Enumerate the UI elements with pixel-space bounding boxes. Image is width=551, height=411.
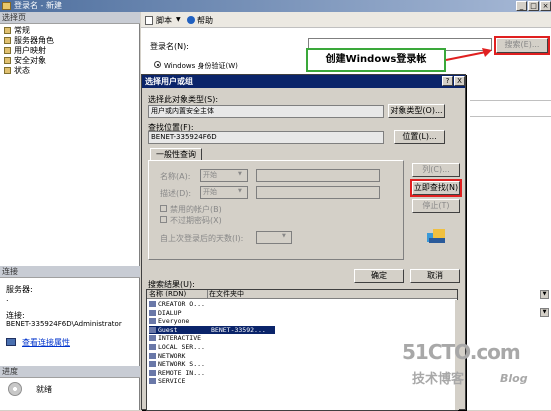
page-icon [4,37,11,44]
callout-arrow [445,48,492,61]
page-label: 安全对象 [14,56,46,65]
user-group-icon [149,301,156,307]
dropdown-arrow-icon[interactable]: ▼ [540,290,549,299]
dialog-title: 选择用户或组 [142,75,465,88]
columns-button[interactable]: 列(C)... [412,163,460,177]
user-group-icon [149,378,156,385]
user-group-icon [149,361,156,368]
disabled-accounts-checkbox[interactable] [160,205,167,212]
page-icon [4,27,11,34]
script-button[interactable]: 脚本 [156,16,172,26]
server-label: 服务器: [6,285,33,294]
user-group-icon [149,344,156,350]
page-server-roles[interactable]: 服务器角色 [4,36,54,46]
search-figure-icon [427,229,445,243]
view-connection-properties-link[interactable]: 查看连接属性 [22,337,70,348]
name-input[interactable] [256,169,380,182]
list-item[interactable]: CREATOR O... [149,300,309,309]
progress-header: 进度 [0,366,140,378]
locations-button[interactable]: 位置(L)... [394,130,445,144]
chevron-down-icon: ▼ [238,171,242,177]
window-icon [2,2,11,10]
page-label: 用户映射 [14,46,46,55]
list-item[interactable]: NETWORK S... [149,360,309,369]
stop-button[interactable]: 停止(T) [412,199,460,213]
search-highlight [494,36,550,55]
user-group-icon [149,369,156,376]
list-item[interactable]: Everyone [149,317,309,326]
page-general[interactable]: 常规 [4,26,30,36]
connection-value: BENET-335924F6D\Administrator [6,320,122,328]
maximize-button[interactable]: □ [528,1,539,11]
user-group-icon [149,309,156,316]
col-header-folder[interactable]: 在文件夹中 [209,290,244,299]
watermark-blog: Blog [500,372,528,385]
select-page-header: 选择页 [0,12,140,24]
ok-button[interactable]: 确定 [354,269,404,283]
description-input[interactable] [256,186,380,199]
page-label: 常规 [14,26,30,35]
object-types-button[interactable]: 对象类型(O)... [388,104,445,118]
user-group-icon [149,352,156,359]
cancel-button[interactable]: 取消 [410,269,460,283]
list-item[interactable]: DIALUP [149,309,309,318]
location-field: BENET-335924F6D [148,131,384,144]
no-expire-label: 不过期密码(X) [170,216,222,225]
login-name-label: 登录名(N): [150,42,189,51]
watermark-subtitle: 技术博客 [412,372,465,387]
page-label: 状态 [14,66,30,75]
name-label: 名称(A): [160,172,191,181]
user-group-icon [149,335,156,342]
user-icon [149,326,156,333]
list-item[interactable]: SERVICE [149,377,309,386]
days-since-logon-select[interactable] [256,231,292,244]
days-since-logon-label: 自上次登录后的天数(I): [160,234,244,243]
progress-spinner-icon [8,382,22,396]
page-status[interactable]: 状态 [4,66,30,76]
dialog-close-button[interactable]: X [454,76,465,86]
page-icon [4,67,11,74]
divider [470,116,551,117]
window-title: 登录名 - 新建 [0,0,551,12]
chevron-down-icon[interactable]: ▼ [176,16,181,23]
page-securables[interactable]: 安全对象 [4,56,46,66]
object-type-field: 用户或内置安全主体 [148,105,384,118]
chevron-down-icon: ▼ [282,233,286,239]
script-icon [145,16,153,25]
list-item-selected[interactable]: Guest BENET-33592... [149,325,275,335]
watermark-logo: 51CTO.com [402,340,521,364]
object-type-label: 选择此对象类型(S): [148,95,219,104]
dropdown-arrow-icon[interactable]: ▼ [540,308,549,317]
find-now-highlight [410,179,462,197]
list-item[interactable]: INTERACTIVE [149,334,309,343]
windows-auth-radio[interactable] [154,61,161,68]
page-label: 服务器角色 [14,36,54,45]
divider [470,100,551,101]
dialog-help-button[interactable]: ? [442,76,453,86]
page-icon [4,47,11,54]
connection-header: 连接 [0,266,140,278]
progress-status: 就绪 [36,385,52,394]
list-item[interactable]: NETWORK [149,352,309,361]
chevron-down-icon: ▼ [238,188,242,194]
col-header-name[interactable]: 名称 (RDN) [149,290,186,299]
page-user-mapping[interactable]: 用户映射 [4,46,46,56]
list-item[interactable]: REMOTE IN... [149,369,309,378]
user-group-icon [149,318,156,325]
list-item[interactable]: LOCAL SER... [149,343,309,352]
help-button[interactable]: 帮助 [197,16,213,26]
page-icon [4,57,11,64]
windows-auth-label: Windows 身份验证(W) [164,62,238,70]
minimize-button[interactable]: _ [516,1,527,11]
description-label: 描述(D): [160,189,192,198]
server-value: . [6,294,9,303]
help-icon [187,16,195,24]
annotation-callout: 创建Windows登录帐 [306,48,446,72]
close-button[interactable]: × [540,1,551,11]
no-expire-checkbox[interactable] [160,216,167,223]
disabled-accounts-label: 禁用的帐户(B) [170,205,222,214]
properties-icon [6,338,16,346]
